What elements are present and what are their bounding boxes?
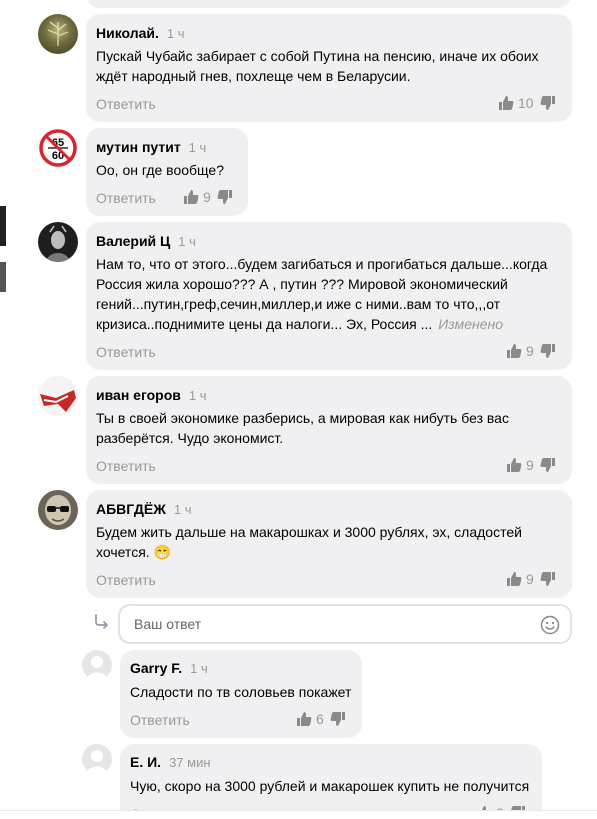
reply-arrow-icon bbox=[92, 612, 112, 632]
thumbs-up-icon[interactable] bbox=[183, 189, 199, 205]
default-user-avatar[interactable] bbox=[82, 744, 112, 774]
reply-row bbox=[92, 604, 572, 644]
reply-text: Чую, скоро на 3000 рублей и макарошек ку… bbox=[130, 778, 530, 794]
comment-text: Ты в своей экономике разберись, а мирова… bbox=[96, 410, 509, 446]
comment-time: 1 ч bbox=[178, 234, 196, 249]
reply-input[interactable] bbox=[134, 616, 514, 632]
red-flag-avatar[interactable] bbox=[38, 376, 78, 416]
comment-author[interactable]: АБВГДЁЖ 1 ч bbox=[96, 501, 192, 517]
thumbs-down-icon[interactable] bbox=[540, 457, 556, 473]
author-name[interactable]: Валерий Ц bbox=[96, 233, 170, 249]
reply-button[interactable]: Ответить bbox=[96, 190, 156, 206]
vote-controls: 6 bbox=[296, 711, 346, 727]
reply-text: Сладости по тв соловьев покажет bbox=[130, 684, 352, 700]
sunglasses-face-avatar[interactable] bbox=[38, 490, 78, 530]
reply-button[interactable]: Ответить bbox=[96, 96, 156, 112]
comment-time: 1 ч bbox=[173, 502, 192, 517]
reply-author[interactable]: Е. И. 37 мин bbox=[130, 754, 211, 770]
edge-fragment bbox=[0, 206, 6, 246]
thumbs-up-icon[interactable] bbox=[506, 343, 522, 359]
edge-fragment bbox=[0, 262, 6, 292]
vote-controls: 10 bbox=[498, 95, 556, 111]
reply-input-box[interactable] bbox=[118, 604, 572, 644]
dark-figure-avatar[interactable] bbox=[38, 222, 78, 262]
author-name[interactable]: иван егоров bbox=[96, 387, 181, 403]
comment-time: 1 ч bbox=[188, 388, 207, 403]
author-name[interactable]: АБВГДЁЖ bbox=[96, 501, 166, 517]
reply-button[interactable]: Ответить bbox=[130, 712, 190, 728]
like-count: 9 bbox=[203, 189, 211, 205]
comment-text: Будем жить дальше на макарошках и 3000 р… bbox=[96, 524, 522, 560]
like-count: 6 bbox=[316, 711, 324, 727]
tree-photo-avatar[interactable] bbox=[38, 14, 78, 54]
author-name[interactable]: мутин путит bbox=[96, 139, 181, 155]
reply-author[interactable]: Garry F. 1 ч bbox=[130, 660, 208, 676]
like-count: 9 bbox=[526, 571, 534, 587]
like-count: 10 bbox=[518, 95, 534, 111]
author-name[interactable]: Николай. bbox=[96, 25, 159, 41]
left-page-edge bbox=[0, 0, 10, 819]
reply-button[interactable]: Ответить bbox=[96, 572, 156, 588]
reply-time: 1 ч bbox=[190, 661, 208, 676]
edited-label: Изменено bbox=[438, 316, 504, 332]
comment-author[interactable]: мутин путит 1 ч bbox=[96, 139, 206, 155]
thumbs-down-icon[interactable] bbox=[330, 711, 346, 727]
emoji-icon[interactable] bbox=[540, 615, 560, 635]
vote-controls: 9 bbox=[506, 457, 556, 473]
like-count: 9 bbox=[526, 457, 534, 473]
reply-button[interactable]: Ответить bbox=[96, 344, 156, 360]
like-count: 9 bbox=[526, 343, 534, 359]
thumbs-up-icon[interactable] bbox=[506, 571, 522, 587]
vote-controls: 9 bbox=[506, 343, 556, 359]
vote-controls: 9 bbox=[183, 189, 233, 205]
comment-text: Пускай Чубайс забирает с собой Путина на… bbox=[96, 48, 539, 84]
author-name[interactable]: Garry F. bbox=[130, 660, 182, 676]
bottom-edge-bar bbox=[0, 810, 597, 819]
comment-time: 1 ч bbox=[166, 26, 185, 41]
thumbs-down-icon[interactable] bbox=[540, 571, 556, 587]
prohibited-65-60-sign-avatar[interactable]: 65 60 bbox=[38, 128, 78, 168]
reply-time: 37 мин bbox=[169, 755, 211, 770]
default-user-avatar[interactable] bbox=[82, 650, 112, 680]
comment-author[interactable]: Николай. 1 ч bbox=[96, 25, 185, 41]
thumbs-up-icon[interactable] bbox=[498, 95, 514, 111]
comment-text: Оо, он где вообще? bbox=[96, 162, 224, 178]
thumbs-up-icon[interactable] bbox=[506, 457, 522, 473]
previous-comment-card bbox=[86, 0, 572, 8]
comment-author[interactable]: Валерий Ц 1 ч bbox=[96, 233, 196, 249]
thumbs-down-icon[interactable] bbox=[540, 95, 556, 111]
thumbs-down-icon[interactable] bbox=[540, 343, 556, 359]
vote-controls: 9 bbox=[506, 571, 556, 587]
author-name[interactable]: Е. И. bbox=[130, 754, 161, 770]
reply-button[interactable]: Ответить bbox=[96, 458, 156, 474]
comment-author[interactable]: иван егоров 1 ч bbox=[96, 387, 206, 403]
thumbs-down-icon[interactable] bbox=[217, 189, 233, 205]
thumbs-up-icon[interactable] bbox=[296, 711, 312, 727]
comment-text: Нам то, что от этого...будем загибаться … bbox=[96, 254, 556, 334]
comment-time: 1 ч bbox=[188, 140, 207, 155]
